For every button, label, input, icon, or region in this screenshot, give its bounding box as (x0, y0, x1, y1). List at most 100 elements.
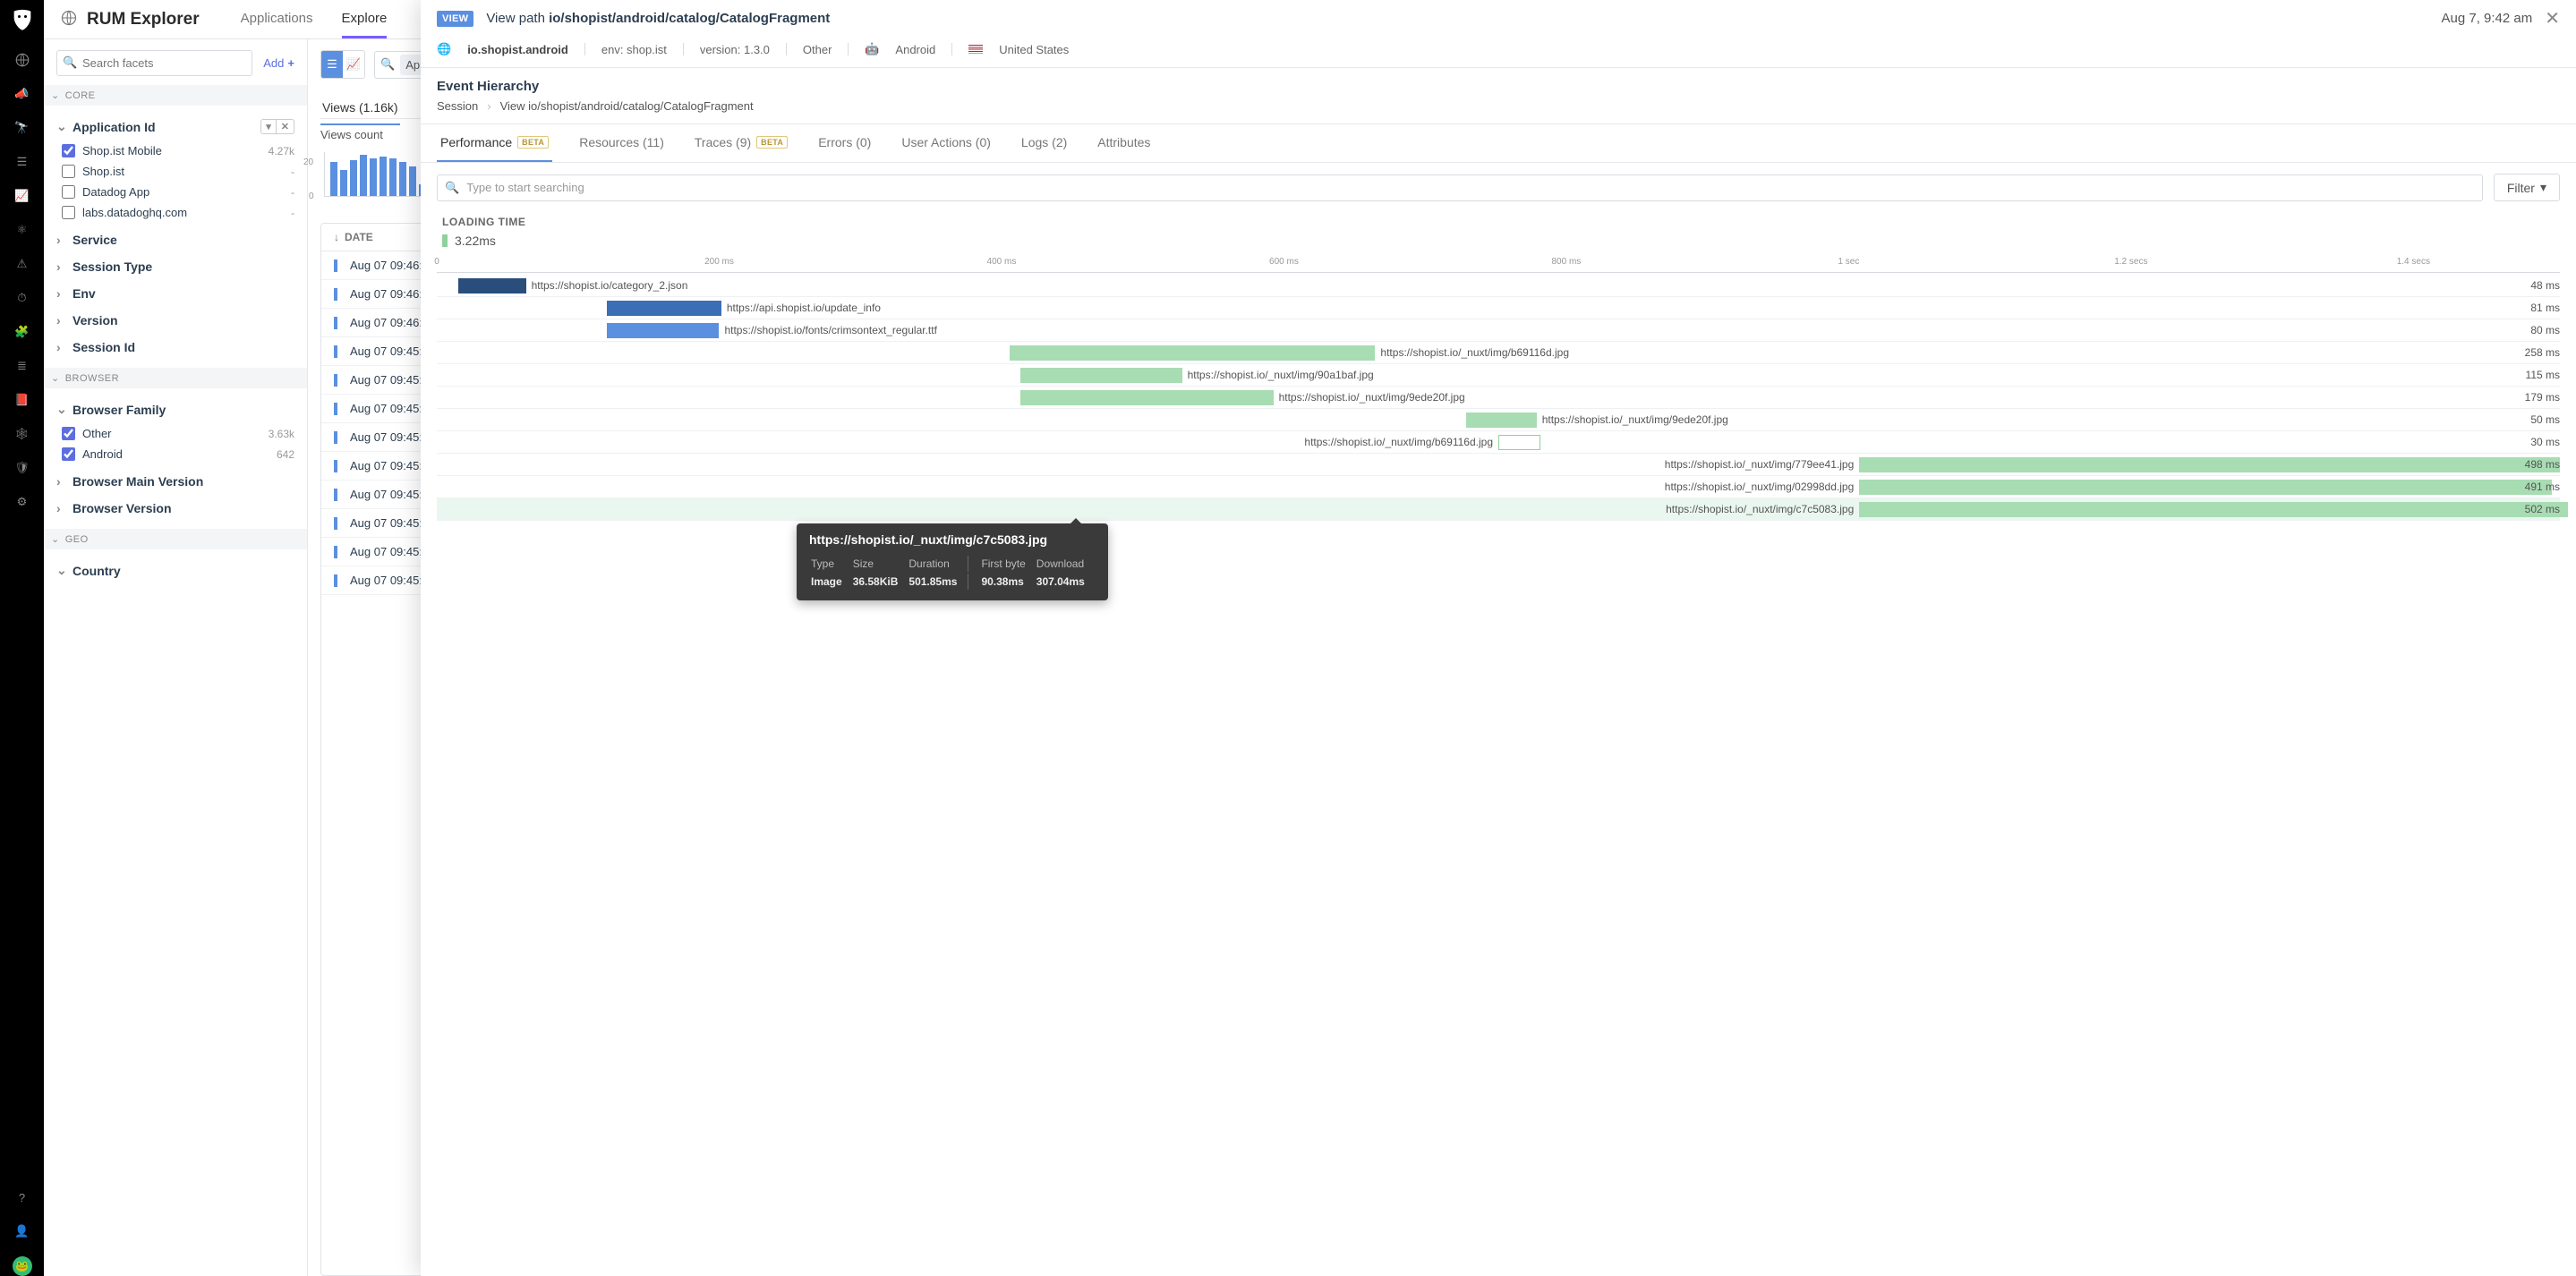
tab-applications[interactable]: Applications (241, 1, 313, 38)
chart-bar (330, 162, 337, 196)
facet-item[interactable]: Other3.63k (62, 423, 294, 444)
nodes-icon[interactable]: ⚛ (13, 221, 31, 239)
axis-tick: 200 ms (704, 257, 734, 267)
axis-tick: 400 ms (987, 257, 1017, 267)
filter-button[interactable]: Filter▾ (2494, 174, 2560, 201)
panel-tab[interactable]: Logs (2) (1018, 124, 1070, 162)
shield-icon[interactable]: 🛡 (13, 459, 31, 477)
panel-tab[interactable]: Attributes (1094, 124, 1154, 162)
chevron-icon: › (487, 99, 490, 113)
list-view-icon[interactable]: ☰ (321, 51, 343, 78)
chart-tab-views[interactable]: Views (1.16k) (320, 95, 400, 125)
panel-tab[interactable]: Traces (9)BETA (691, 124, 791, 162)
book-icon[interactable]: 📕 (13, 391, 31, 409)
facet-item[interactable]: Android642 (62, 444, 294, 464)
meta-app: io.shopist.android (467, 43, 568, 56)
waterfall-row[interactable]: https://shopist.io/_nuxt/img/9ede20f.jpg… (437, 409, 2560, 431)
axis-tick: 0 (434, 257, 439, 267)
list-icon[interactable]: ☰ (13, 153, 31, 171)
atom-icon[interactable]: ⚙ (13, 493, 31, 511)
facet-browser-main-version[interactable]: ›Browser Main Version (56, 468, 294, 495)
facet-item[interactable]: Shop.ist Mobile4.27k (62, 140, 294, 161)
waterfall-row[interactable]: https://shopist.io/_nuxt/img/9ede20f.jpg… (437, 387, 2560, 409)
chart-bar (370, 158, 377, 196)
facet-env[interactable]: ›Env (56, 280, 294, 307)
facet-country[interactable]: ⌄Country (56, 557, 294, 584)
globe-nav-icon[interactable] (13, 51, 31, 69)
facet-session-type[interactable]: ›Session Type (56, 253, 294, 280)
facet-item[interactable]: Datadog App- (62, 182, 294, 202)
search-icon: 🔍 (445, 181, 459, 195)
panel-search-input[interactable]: 🔍Type to start searching (437, 174, 2483, 201)
facet-browser-family[interactable]: ⌄Browser Family (56, 396, 294, 423)
axis-tick: 1.4 secs (2397, 257, 2430, 267)
facet-version[interactable]: ›Version (56, 307, 294, 334)
facet-section-geo[interactable]: ⌄GEO (44, 529, 307, 549)
facet-item[interactable]: Shop.ist- (62, 161, 294, 182)
us-flag-icon (968, 45, 983, 55)
chart-bar (409, 166, 416, 196)
loading-time-block: LOADING TIME 3.22ms (421, 212, 2576, 257)
crumb-session[interactable]: Session (437, 99, 478, 113)
panel-tab[interactable]: Resources (11) (576, 124, 668, 162)
hierarchy-title: Event Hierarchy (421, 68, 2576, 99)
facet-section-core[interactable]: ⌄CORE (44, 85, 307, 106)
meta-browser: Other (803, 43, 832, 56)
panel-tab[interactable]: PerformanceBETA (437, 124, 552, 162)
chart-bar (360, 155, 367, 196)
help-icon[interactable]: ? (13, 1188, 31, 1206)
globe-icon: 🌐 (437, 42, 451, 56)
facet-application-id[interactable]: ⌄Application Id ▾✕ (56, 113, 294, 140)
close-icon[interactable]: ✕ (277, 120, 294, 133)
breadcrumbs: Session › View io/shopist/android/catalo… (421, 99, 2576, 124)
network-icon[interactable]: 🕸 (13, 425, 31, 443)
binoculars-icon[interactable]: 🔭 (13, 119, 31, 137)
facet-item[interactable]: labs.datadoghq.com- (62, 202, 294, 223)
person-icon[interactable]: 👤 (13, 1222, 31, 1240)
panel-tab[interactable]: User Actions (0) (898, 124, 994, 162)
waterfall-row[interactable]: https://shopist.io/_nuxt/img/90a1baf.jpg… (437, 364, 2560, 387)
chart-view-icon[interactable]: 📈 (343, 51, 364, 78)
facet-service[interactable]: ›Service (56, 226, 294, 253)
waterfall-row[interactable]: https://shopist.io/_nuxt/img/b69116d.jpg… (437, 342, 2560, 364)
close-drawer-icon[interactable]: ✕ (2545, 7, 2560, 30)
filter-icon[interactable]: ≣ (13, 357, 31, 375)
meta-row: 🌐 io.shopist.android env: shop.ist versi… (421, 37, 2576, 68)
search-facets-input[interactable] (56, 50, 252, 76)
user-avatar[interactable]: 🐸 (13, 1256, 32, 1276)
meta-os: Android (895, 43, 935, 56)
logo-icon[interactable] (10, 7, 35, 35)
alert-icon[interactable]: ⚠ (13, 255, 31, 273)
android-icon: 🤖 (865, 42, 879, 56)
waterfall-row[interactable]: https://shopist.io/_nuxt/img/02998dd.jpg… (437, 476, 2560, 498)
axis-tick: 800 ms (1551, 257, 1581, 267)
facet-section-browser[interactable]: ⌄BROWSER (44, 368, 307, 388)
waterfall-row[interactable]: https://shopist.io/category_2.json48 ms (437, 275, 2560, 297)
axis-tick: 600 ms (1269, 257, 1299, 267)
waterfall-row[interactable]: https://shopist.io/_nuxt/img/b69116d.jpg… (437, 431, 2560, 454)
gauge-icon[interactable]: ⏱ (13, 289, 31, 307)
chart-bar (380, 157, 387, 196)
facet-browser-version[interactable]: ›Browser Version (56, 495, 294, 522)
waterfall-row[interactable]: https://shopist.io/fonts/crimsontext_reg… (437, 319, 2560, 342)
add-facet-link[interactable]: Add + (263, 56, 294, 70)
axis-tick: 1.2 secs (2114, 257, 2147, 267)
waterfall-row[interactable]: https://shopist.io/_nuxt/img/c7c5083.jpg… (437, 498, 2560, 521)
funnel-icon[interactable]: ▾ (261, 120, 277, 133)
chart-bar (340, 170, 347, 196)
panel-tab[interactable]: Errors (0) (815, 124, 874, 162)
facet-session-id[interactable]: ›Session Id (56, 334, 294, 361)
waterfall-row[interactable]: https://api.shopist.io/update_info81 ms (437, 297, 2560, 319)
chart-icon[interactable]: 📈 (13, 187, 31, 205)
axis-tick: 1 sec (1838, 257, 1859, 267)
puzzle-icon[interactable]: 🧩 (13, 323, 31, 341)
sort-arrow-icon: ↓ (334, 231, 339, 243)
megaphone-icon[interactable]: 📣 (13, 85, 31, 103)
chart-bar (350, 160, 357, 196)
view-time: Aug 7, 9:42 am (2442, 11, 2533, 26)
meta-version: version: 1.3.0 (700, 43, 770, 56)
view-toggle[interactable]: ☰ 📈 (320, 50, 365, 79)
left-nav-rail: 📣 🔭 ☰ 📈 ⚛ ⚠ ⏱ 🧩 ≣ 📕 🕸 🛡 ⚙ ? 👤 🐸 (0, 0, 44, 1276)
tab-explore[interactable]: Explore (342, 1, 388, 38)
waterfall-row[interactable]: https://shopist.io/_nuxt/img/779ee41.jpg… (437, 454, 2560, 476)
